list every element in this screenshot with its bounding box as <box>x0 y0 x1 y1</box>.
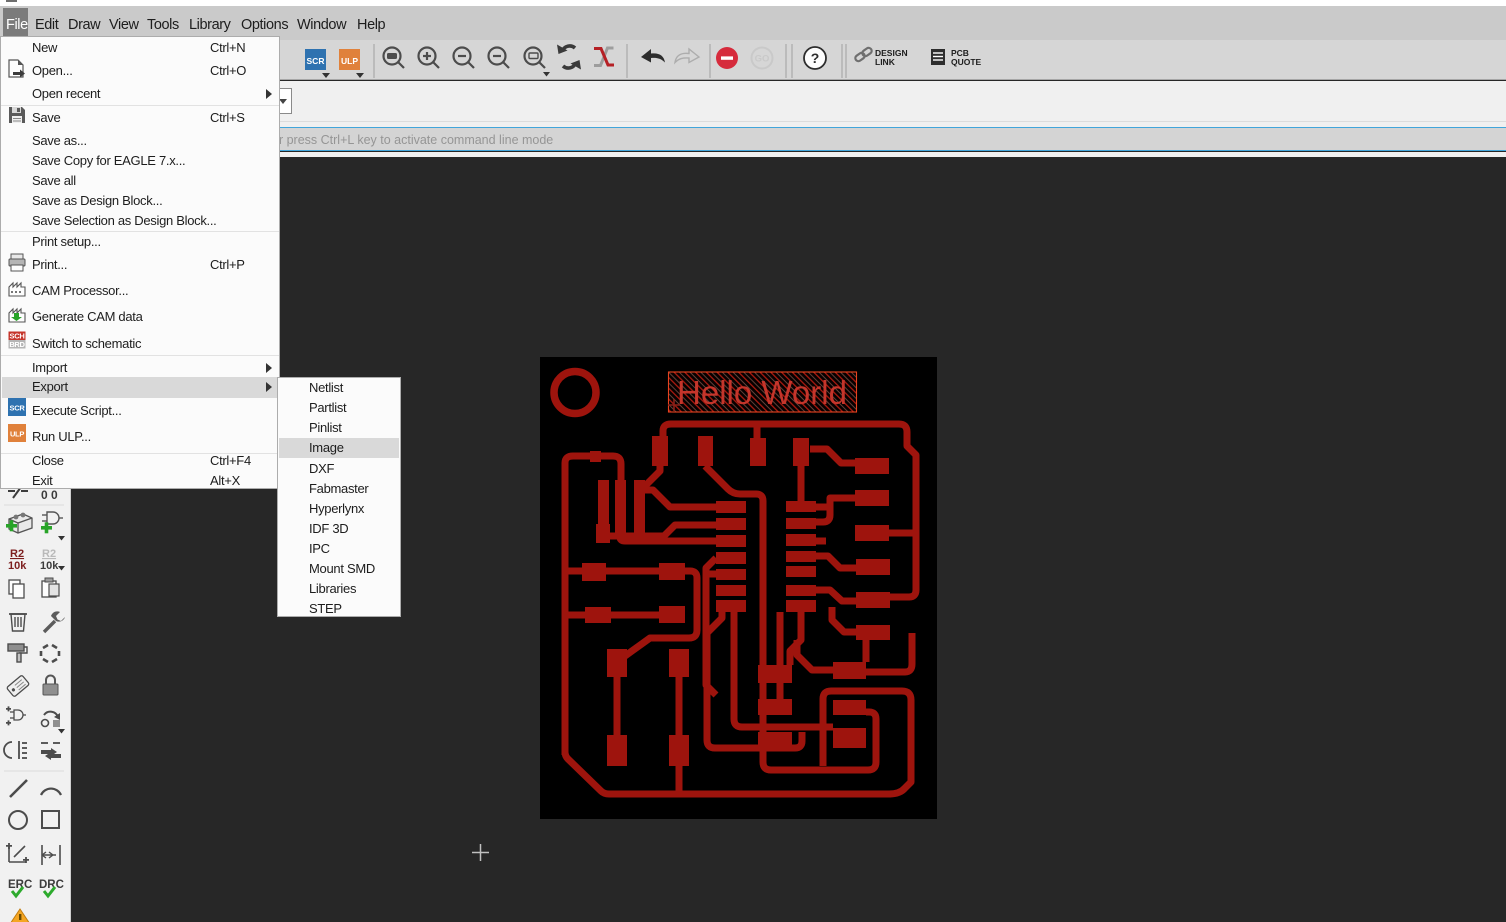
svg-text:Hello World: Hello World <box>677 374 847 411</box>
svg-text:?: ? <box>811 50 820 66</box>
svg-text:SCR: SCR <box>307 56 325 66</box>
svg-text:R2: R2 <box>42 548 56 560</box>
svg-text:10k: 10k <box>8 560 27 572</box>
svg-text:10k: 10k <box>40 560 59 572</box>
svg-text:LINK: LINK <box>875 57 896 67</box>
svg-text:BRD: BRD <box>9 340 25 349</box>
svg-text:R2: R2 <box>10 548 24 560</box>
svg-text:QUOTE: QUOTE <box>951 57 982 67</box>
svg-text:GO: GO <box>755 54 770 65</box>
svg-text:SCR: SCR <box>10 404 26 413</box>
svg-text:0 0: 0 0 <box>41 488 58 502</box>
svg-text:ULP: ULP <box>341 56 358 66</box>
svg-text:ULP: ULP <box>10 430 24 439</box>
